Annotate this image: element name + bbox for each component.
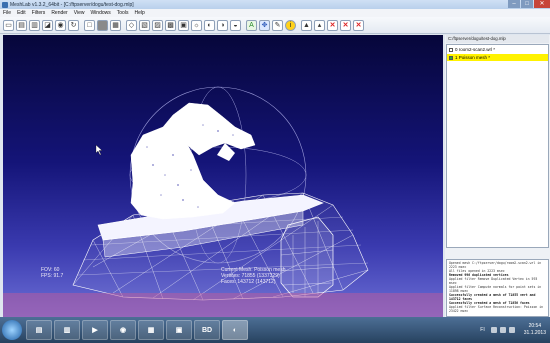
mouse-cursor-icon bbox=[95, 144, 103, 156]
clock[interactable]: 20:54 31.1.2013 bbox=[524, 323, 546, 337]
mesh-stats: Current Mesh: Poisson mesh Vertices: 718… bbox=[221, 267, 285, 285]
flat-icon[interactable]: ▨ bbox=[152, 19, 163, 31]
cylinder-mesh bbox=[280, 216, 334, 298]
visibility-eye-icon[interactable] bbox=[449, 47, 453, 52]
title-bar: MeshLab v1.3.2_64bit - [C:/ftpserver/dog… bbox=[0, 0, 550, 9]
points-icon[interactable] bbox=[97, 19, 108, 31]
menu-tools[interactable]: Tools bbox=[117, 10, 129, 16]
menu-render[interactable]: Render bbox=[51, 10, 67, 16]
chrome-icon[interactable]: ◉ bbox=[110, 320, 136, 340]
language-indicator[interactable]: FI bbox=[480, 327, 484, 333]
open-project-icon[interactable]: ▤ bbox=[16, 19, 27, 31]
menu-windows[interactable]: Windows bbox=[90, 10, 110, 16]
align-icon[interactable]: A bbox=[246, 19, 257, 31]
measure-icon[interactable]: ✎ bbox=[272, 19, 283, 31]
project-path: C:/ftpserver/dogu/test-dog.mlp bbox=[446, 35, 549, 43]
menu-edit[interactable]: Edit bbox=[17, 10, 26, 16]
maximize-button[interactable]: □ bbox=[521, 0, 533, 8]
manipulator-icon[interactable]: ✥ bbox=[259, 19, 270, 31]
import-mesh-icon[interactable]: ▥ bbox=[29, 19, 40, 31]
remote-desktop-icon[interactable]: ▣ bbox=[166, 320, 192, 340]
export-mesh-icon[interactable]: ◪ bbox=[42, 19, 53, 31]
file-manager-icon[interactable]: ▥ bbox=[54, 320, 80, 340]
system-tray: FI 20:54 31.1.2013 bbox=[480, 317, 550, 343]
meshlab-app-icon bbox=[2, 1, 8, 8]
select-vertices-icon[interactable]: ▴ bbox=[314, 19, 325, 31]
render-stats: FOV: 60 FPS: 91.7 bbox=[41, 267, 63, 279]
media-player-icon[interactable]: ▶ bbox=[82, 320, 108, 340]
select-faces-icon[interactable]: ▲ bbox=[301, 19, 312, 31]
hidden-lines-icon[interactable]: ◇ bbox=[126, 19, 137, 31]
3d-viewport[interactable]: FOV: 60 FPS: 91.7 Current Mesh: Poisson … bbox=[3, 35, 443, 317]
layer-name: room2-scan2.wrl * bbox=[458, 47, 496, 52]
taskbar: ▤ ▥ ▶ ◉ ▦ ▣ BD ◐ FI 20:54 31.1.2013 bbox=[0, 317, 550, 343]
snapshot-icon[interactable]: ◉ bbox=[55, 19, 66, 31]
window-title: MeshLab v1.3.2_64bit - [C:/ftpserver/dog… bbox=[10, 1, 134, 8]
network-icon[interactable] bbox=[499, 327, 506, 333]
new-project-icon[interactable]: ▭ bbox=[3, 19, 14, 31]
start-button[interactable] bbox=[2, 320, 22, 340]
log-line: Applied filter Remove Duplicated Vertex … bbox=[449, 277, 538, 281]
menu-file[interactable]: File bbox=[3, 10, 11, 16]
menu-help[interactable]: Help bbox=[134, 10, 144, 16]
faces-label: Faces: 143712 (143712) bbox=[221, 279, 276, 285]
main-toolbar: ▭ ▤ ▥ ◪ ◉ ↻ □ ▦ ◇ ▧ ▨ ▩ ▣ ☼ ◐ ◑ ◒ A ✥ ✎ … bbox=[0, 17, 550, 34]
layer-dialog: C:/ftpserver/dogu/test-dog.mlp 0 room2-s… bbox=[445, 35, 550, 317]
windows-explorer-icon[interactable]: ▤ bbox=[26, 320, 52, 340]
volume-icon[interactable] bbox=[508, 327, 515, 333]
info-icon[interactable]: i bbox=[285, 19, 296, 31]
layer-item-poisson[interactable]: 1 Poisson mesh * bbox=[447, 54, 548, 61]
log-window: Opened mesh C:/ftpserver/dogu/room2-scan… bbox=[446, 259, 549, 317]
menu-bar: File Edit Filters Render View Windows To… bbox=[0, 9, 550, 17]
clock-time: 20:54 bbox=[528, 323, 542, 329]
log-line: 23422 msec bbox=[449, 309, 469, 313]
window-controls: – □ ✕ bbox=[507, 0, 550, 9]
layer-index: 1 bbox=[455, 55, 458, 60]
texture-icon[interactable]: ▣ bbox=[178, 19, 189, 31]
double-side-icon[interactable]: ◑ bbox=[217, 19, 228, 31]
paint-icon[interactable]: ✕ bbox=[353, 19, 364, 31]
visibility-eye-icon[interactable] bbox=[449, 55, 453, 60]
clock-date: 31.1.2013 bbox=[523, 330, 546, 336]
close-button[interactable]: ✕ bbox=[534, 0, 550, 8]
bounding-box-icon[interactable]: □ bbox=[84, 19, 95, 31]
bd-tool-icon[interactable]: BD bbox=[194, 320, 220, 340]
office-icon[interactable]: ▦ bbox=[138, 320, 164, 340]
delete-selected-icon[interactable]: ✕ bbox=[327, 19, 338, 31]
reload-icon[interactable]: ↻ bbox=[68, 19, 79, 31]
layer-list: 0 room2-scan2.wrl * 1 Poisson mesh * bbox=[446, 44, 549, 248]
menu-filters[interactable]: Filters bbox=[32, 10, 46, 16]
delete-vertices-icon[interactable]: ✕ bbox=[340, 19, 351, 31]
meshlab-icon[interactable]: ◐ bbox=[222, 320, 248, 340]
menu-view[interactable]: View bbox=[74, 10, 85, 16]
fps-label: FPS: 91.7 bbox=[41, 273, 64, 279]
color-per-vertex-icon[interactable]: ◒ bbox=[230, 19, 241, 31]
flat-lines-icon[interactable]: ▧ bbox=[139, 19, 150, 31]
layer-item-room2[interactable]: 0 room2-scan2.wrl * bbox=[447, 46, 548, 53]
tray-arrow-icon[interactable] bbox=[490, 327, 497, 333]
layer-name: Poisson mesh * bbox=[458, 55, 491, 60]
layer-index: 0 bbox=[455, 47, 458, 52]
info-overlay-band bbox=[3, 293, 443, 317]
light-on-icon[interactable]: ☼ bbox=[191, 19, 202, 31]
smooth-icon[interactable]: ▩ bbox=[165, 19, 176, 31]
fancy-light-icon[interactable]: ◐ bbox=[204, 19, 215, 31]
wireframe-icon[interactable]: ▦ bbox=[110, 19, 121, 31]
minimize-button[interactable]: – bbox=[508, 0, 520, 8]
